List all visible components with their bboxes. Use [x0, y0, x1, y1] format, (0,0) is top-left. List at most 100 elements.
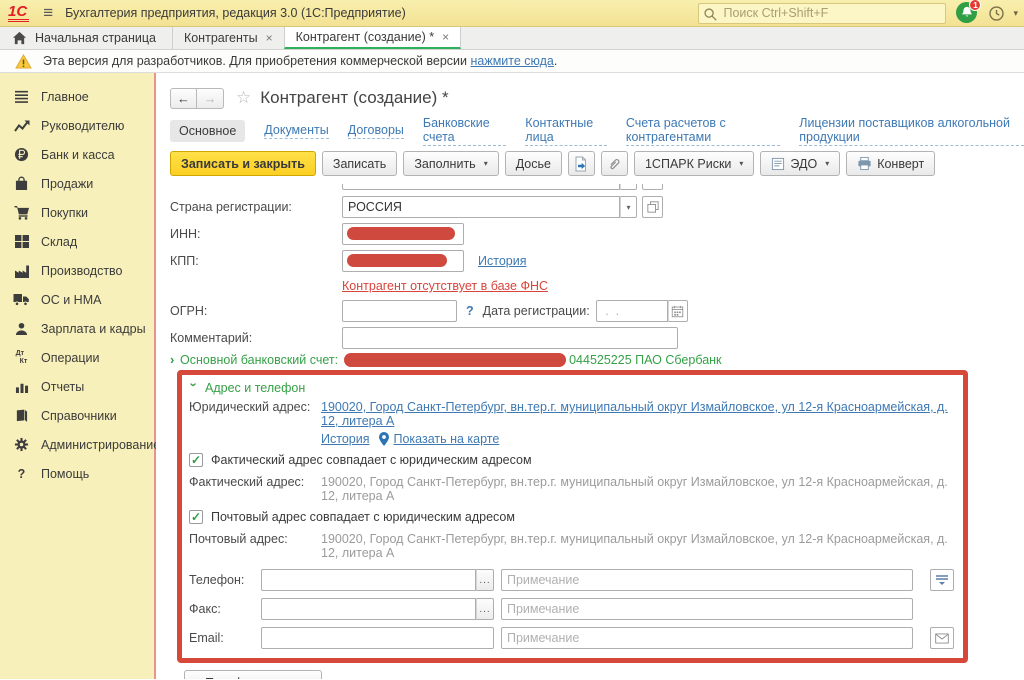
sidebar-item-operacii[interactable]: ДтКт Операции — [0, 343, 154, 372]
sidebar-item-rukovoditelyu[interactable]: Руководителю — [0, 111, 154, 140]
forward-button[interactable]: → — [197, 88, 224, 109]
postal-equals-legal-checkbox[interactable]: ✓ — [189, 510, 203, 524]
tab-osnovnoe[interactable]: Основное — [170, 120, 245, 142]
sidebar-item-glavnoe[interactable]: Главное — [0, 82, 154, 111]
save-button[interactable]: Записать — [322, 151, 397, 176]
sidebar-label: Справочники — [41, 409, 117, 423]
collapse-chevron-icon[interactable]: › — [187, 383, 202, 393]
favorite-star-icon[interactable]: ☆ — [236, 88, 251, 108]
tab-licenzii[interactable]: Лицензии поставщиков алкогольной продукц… — [799, 116, 1024, 146]
sidebar-item-pokupki[interactable]: Покупки — [0, 198, 154, 227]
tab-kontaktnye-lica[interactable]: Контактные лица — [525, 116, 607, 146]
hint-icon[interactable]: ? — [466, 304, 474, 318]
fax-more-button[interactable]: ... — [476, 598, 494, 620]
sidebar-item-prodazhi[interactable]: Продажи — [0, 169, 154, 198]
address-section-title: Адрес и телефон — [205, 381, 305, 395]
regdate-label: Дата регистрации: — [483, 304, 590, 318]
chevron-down-icon[interactable]: ▾ — [620, 196, 637, 218]
tab-kontragenty[interactable]: Контрагенты × — [172, 27, 284, 49]
sidebar-label: Помощь — [41, 467, 89, 481]
actual-equals-legal-checkbox[interactable]: ✓ — [189, 453, 203, 467]
fill-button[interactable]: Заполнить▾ — [403, 151, 498, 176]
back-button[interactable]: ← — [170, 88, 197, 109]
email-note-input[interactable] — [501, 627, 913, 649]
dropdown-icon: ▾ — [739, 159, 743, 168]
sidebar-item-sklad[interactable]: Склад — [0, 227, 154, 256]
close-icon[interactable]: × — [442, 30, 449, 44]
attachments-button[interactable] — [601, 151, 628, 176]
tab-dokumenty[interactable]: Документы — [264, 123, 328, 139]
inn-redaction — [347, 227, 455, 240]
add-phone-address-button[interactable]: + Телефон, адрес▾ — [184, 670, 322, 679]
address-section-header[interactable]: › Адрес и телефон — [189, 380, 955, 395]
dossier-button[interactable]: Досье — [505, 151, 562, 176]
calendar-icon[interactable] — [668, 300, 688, 322]
warning-icon — [15, 54, 32, 69]
buy-version-link[interactable]: нажмите сюда — [470, 54, 553, 68]
sidebar-item-spravochniki[interactable]: Справочники — [0, 401, 154, 430]
fax-input[interactable] — [261, 598, 476, 620]
tab-kontragent-create[interactable]: Контрагент (создание) * × — [284, 27, 462, 49]
show-on-map[interactable]: Показать на карте — [379, 432, 499, 446]
clipped-input[interactable] — [342, 184, 620, 190]
tab-bankovskie-scheta[interactable]: Банковские счета — [423, 116, 506, 146]
save-close-button[interactable]: Записать и закрыть — [170, 151, 316, 176]
sidebar-label: Производство — [41, 264, 123, 278]
phone-menu-button[interactable] — [930, 569, 954, 591]
address-history-link[interactable]: История — [321, 432, 369, 446]
tab-dogovory[interactable]: Договоры — [348, 123, 404, 139]
search-icon — [703, 7, 718, 22]
country-input[interactable] — [342, 196, 620, 218]
main-menu-icon[interactable]: ≡ — [43, 3, 53, 23]
legal-address-label: Юридический адрес: — [189, 400, 321, 446]
comment-input[interactable] — [342, 327, 678, 349]
legal-address-link[interactable]: 190020, Город Санкт-Петербург, вн.тер.г.… — [321, 400, 948, 428]
kpp-history-link[interactable]: История — [478, 254, 526, 268]
warning-period: . — [554, 54, 557, 68]
phone-more-button[interactable]: ... — [476, 569, 494, 591]
1c-logo[interactable]: 1С — [8, 4, 29, 22]
fax-note-input[interactable] — [501, 598, 913, 620]
inn-label: ИНН: — [170, 227, 342, 241]
tab-home[interactable]: Начальная страница — [0, 27, 172, 49]
regdate-input[interactable] — [596, 300, 668, 322]
sidebar-item-administrirovanie[interactable]: Администрирование — [0, 430, 154, 459]
sidebar-item-zarplata[interactable]: Зарплата и кадры — [0, 314, 154, 343]
open-icon[interactable] — [642, 196, 663, 218]
envelope-print-button[interactable]: Конверт — [846, 151, 935, 176]
fns-absent-link[interactable]: Контрагент отсутствует в базе ФНС — [342, 279, 548, 293]
bank-account-redaction — [344, 353, 566, 367]
phone-input[interactable] — [261, 569, 476, 591]
fax-label: Факс: — [189, 602, 261, 616]
dropdown-icon[interactable] — [620, 184, 637, 190]
sidebar-label: Руководителю — [41, 119, 124, 133]
edo-button[interactable]: ЭДО▾ — [760, 151, 840, 176]
load-file-button[interactable] — [568, 151, 595, 176]
expand-chevron-icon[interactable]: › — [170, 352, 180, 367]
open-icon[interactable] — [642, 184, 663, 190]
tab-scheta-raschetov[interactable]: Счета расчетов с контрагентами — [626, 116, 780, 146]
dropdown-icon: ▾ — [307, 678, 311, 679]
dropdown-icon: ▾ — [484, 159, 488, 168]
ogrn-input[interactable] — [342, 300, 457, 322]
sidebar-item-pomosch[interactable]: ? Помощь — [0, 459, 154, 488]
history-icon[interactable] — [988, 5, 1005, 22]
sidebar-item-bank-kassa[interactable]: Банк и касса — [0, 140, 154, 169]
search-input[interactable] — [698, 3, 946, 24]
close-icon[interactable]: × — [266, 31, 273, 45]
chevron-down-icon[interactable]: ▾ — [1013, 8, 1018, 19]
bank-account-label[interactable]: Основной банковский счет: — [180, 353, 338, 367]
notifications-button[interactable]: 1 — [956, 2, 978, 24]
sidebar-item-proizvodstvo[interactable]: Производство — [0, 256, 154, 285]
phone-note-input[interactable] — [501, 569, 913, 591]
sidebar-item-os-nma[interactable]: ОС и НМА — [0, 285, 154, 314]
email-input[interactable] — [261, 627, 494, 649]
sidebar-item-otchety[interactable]: Отчеты — [0, 372, 154, 401]
paperclip-icon — [607, 157, 621, 171]
question-icon: ? — [13, 467, 30, 481]
send-email-button[interactable] — [930, 627, 954, 649]
warning-text-main: Эта версия для разработчиков. Для приобр… — [43, 54, 467, 68]
form-content: ← → ☆ Контрагент (создание) * Основное Д… — [156, 73, 1024, 679]
cart-icon — [13, 205, 30, 220]
spark-risks-button[interactable]: 1СПАРК Риски▾ — [634, 151, 754, 176]
